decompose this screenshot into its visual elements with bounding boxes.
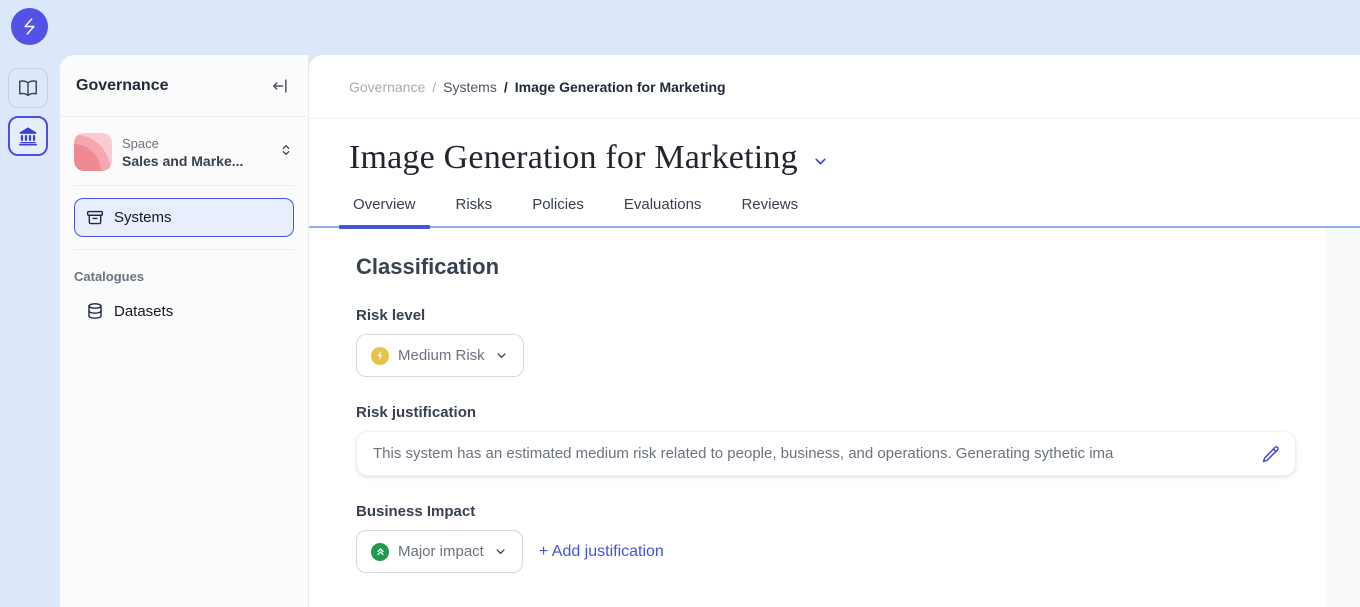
chevrons-up-down-icon [278,142,294,163]
sidebar-item-datasets[interactable]: Datasets [74,296,294,326]
archive-box-icon [85,208,105,228]
sidebar-header: Governance [60,55,308,117]
risk-level-select[interactable]: Medium Risk [356,334,524,377]
add-justification-link[interactable]: + Add justification [539,543,664,561]
page-title: Image Generation for Marketing [349,139,798,177]
risk-level-value: Medium Risk [398,347,485,364]
classification-heading: Classification [356,254,1326,280]
space-name: Sales and Marke... [122,152,268,170]
book-open-icon [17,77,39,99]
sidebar-item-datasets-label: Datasets [114,303,173,320]
tab-overview[interactable]: Overview [339,190,430,226]
logo-bolt-icon [19,16,40,37]
risk-justification-text: This system has an estimated medium risk… [373,445,1251,462]
catalogues-section-label: Catalogues [74,269,294,284]
app-logo[interactable] [11,8,48,45]
space-selector-texts: Space Sales and Marke... [122,135,268,170]
tab-policies[interactable]: Policies [518,190,598,226]
classification-card: Classification Risk level Medium Risk [309,228,1326,607]
space-kind-label: Space [122,135,268,152]
sidebar-divider [74,249,294,250]
business-impact-row: Major impact + Add justification [356,520,1326,573]
sidebar-item-systems-label: Systems [114,209,172,226]
page-title-row: Image Generation for Marketing [309,119,1360,177]
risk-justification-field[interactable]: This system has an estimated medium risk… [356,431,1296,476]
chevron-down-icon [494,348,509,363]
breadcrumb-separator: / [432,79,436,95]
tab-bar: Overview Risks Policies Evaluations Revi… [309,190,1360,228]
docs-rail-button[interactable] [8,68,48,108]
tab-risks[interactable]: Risks [442,190,507,226]
governance-sidebar: Governance Space Sales and Marke... [60,55,309,607]
breadcrumb-separator: / [504,79,508,95]
medium-risk-bolt-icon [371,347,389,365]
breadcrumb-governance[interactable]: Governance [349,79,425,95]
title-chevron-down-icon[interactable] [812,153,829,170]
tab-reviews[interactable]: Reviews [727,190,812,226]
space-avatar [74,133,112,171]
business-impact-value: Major impact [398,543,484,560]
main-panel: Governance / Systems / Image Generation … [309,55,1360,607]
breadcrumb: Governance / Systems / Image Generation … [309,55,1360,119]
edit-pencil-icon[interactable] [1261,444,1281,464]
sidebar-item-systems[interactable]: Systems [74,198,294,237]
risk-level-label: Risk level [356,307,1326,324]
sidebar-divider [74,185,294,186]
tab-evaluations[interactable]: Evaluations [610,190,716,226]
collapse-sidebar-icon[interactable] [270,75,292,97]
breadcrumb-systems[interactable]: Systems [443,79,497,95]
workspace: Governance Space Sales and Marke... [60,55,1360,607]
business-impact-select[interactable]: Major impact [356,530,523,573]
icon-rail [8,68,48,164]
database-icon [85,301,105,321]
overview-tab-content: Classification Risk level Medium Risk [309,228,1360,607]
major-impact-chevrons-icon [371,543,389,561]
breadcrumb-current-page: Image Generation for Marketing [515,79,726,95]
space-selector[interactable]: Space Sales and Marke... [74,133,294,171]
chevron-down-icon [493,544,508,559]
bank-icon [17,125,39,147]
sidebar-title: Governance [76,77,168,95]
risk-justification-label: Risk justification [356,404,1326,421]
business-impact-label: Business Impact [356,503,1326,520]
governance-rail-button[interactable] [8,116,48,156]
